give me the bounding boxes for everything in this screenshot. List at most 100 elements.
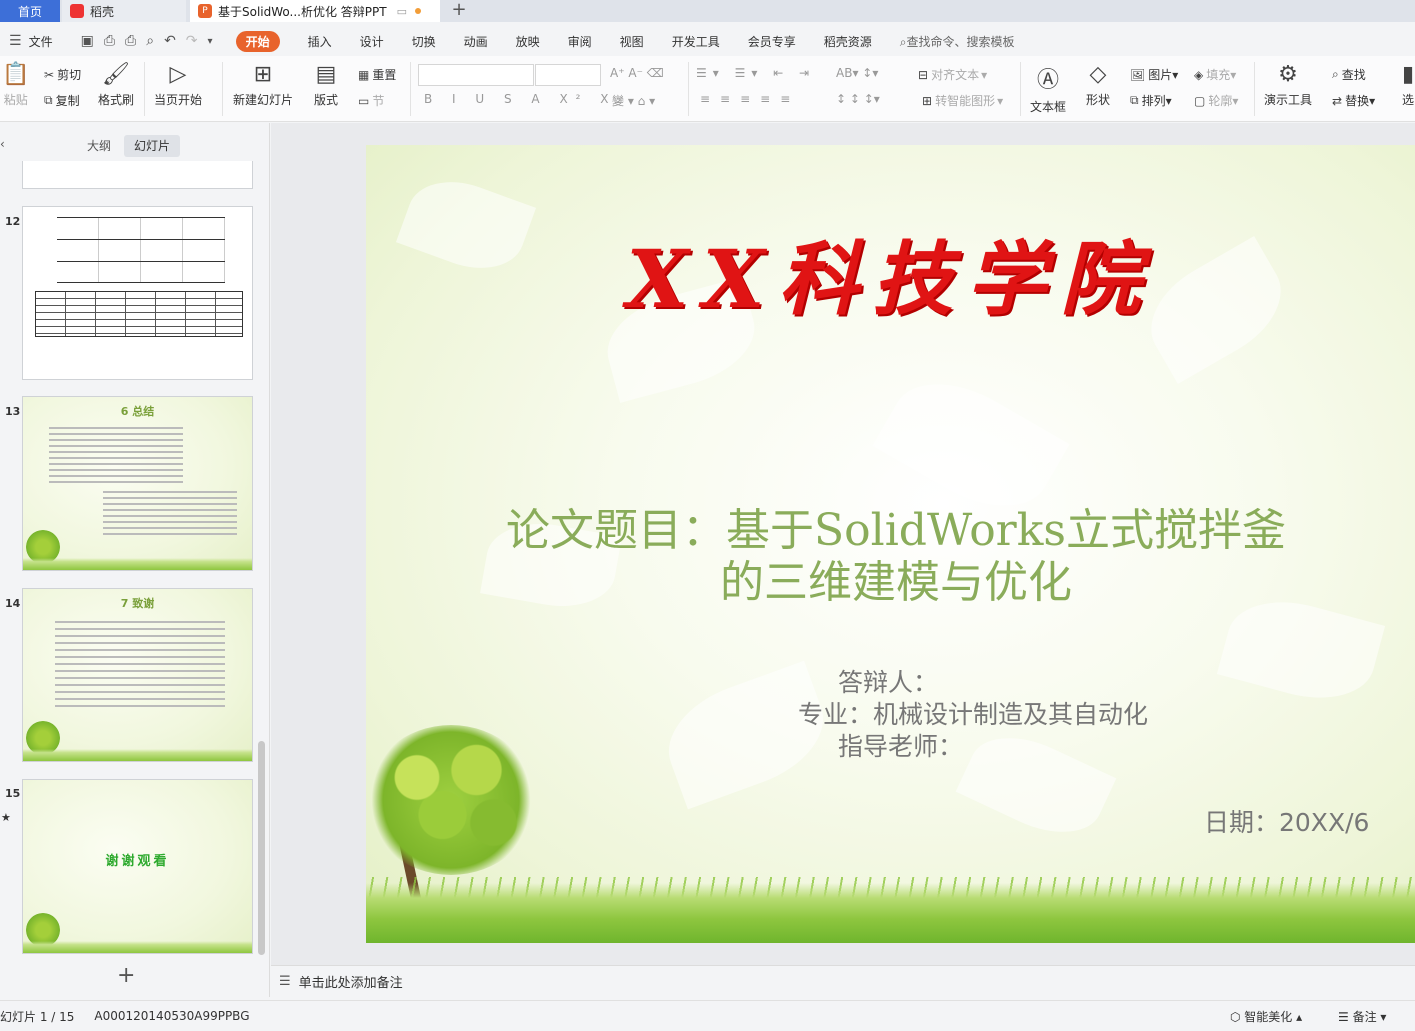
font-grow-icon[interactable]: A⁺ A⁻ ⌫ [610,66,664,80]
reset-button[interactable]: ▦ 重置 [358,66,396,83]
notes-bar[interactable]: ☰ 单击此处添加备注 [271,965,1415,997]
thumbnail-table-bottom [35,291,243,337]
menu-developer[interactable]: 开发工具 [672,33,720,50]
save-icon[interactable]: ▣ [81,33,94,49]
redo-icon[interactable]: ↷ [186,33,198,49]
thumbnail-scrollbar[interactable] [258,741,265,955]
shape-button[interactable]: ◇ 形状 [1086,62,1110,108]
major-label[interactable]: 专业：机械设计制造及其自动化 [798,695,1148,731]
status-bar: 幻灯片 1 / 15 A000120140530A99PPBG ⬡ 智能美化 ▴… [0,1000,1415,1031]
slide-thumbnail-15[interactable]: 谢谢观看 [22,779,253,954]
more-chevron-icon[interactable]: ▾ [208,36,213,47]
menu-insert[interactable]: 插入 [308,33,332,50]
advisor-label[interactable]: 指导老师： [838,727,963,763]
menu-member[interactable]: 会员专享 [748,33,796,50]
menu-transition[interactable]: 切换 [412,33,436,50]
slide-subtitle[interactable]: 论文题目：基于SolidWorks立式搅拌釜 的三维建模与优化 [446,505,1346,609]
menu-file[interactable]: 文件 [29,33,53,50]
undo-icon[interactable]: ↶ [164,33,176,49]
play-from-current-button[interactable]: ▷ 当页开始 [154,62,202,108]
menu-slideshow[interactable]: 放映 [516,33,540,50]
tab-current-document[interactable]: P 基于SolidWo...析优化 答辩PPT ▭ [190,0,440,22]
select-label: 选 [1402,93,1415,107]
date-label[interactable]: 日期：20XX/6 [1204,803,1369,839]
convert-smartart-button[interactable]: ⊞ 转智能图形 ▾ [922,92,1003,109]
presentation-tools-button[interactable]: ⚙ 演示工具 [1264,62,1312,108]
layout-button[interactable]: ▤ 版式 [314,62,338,108]
arrange-icon: ⧉ [1130,93,1139,107]
cut-button[interactable]: ✂ 剪切 [44,66,81,83]
slide-number-14: 14 [5,597,21,610]
list-buttons[interactable]: ☰▾ ☰▾ ⇤ ⇥ [696,66,815,80]
align-text-button[interactable]: ⊟ 对齐文本 ▾ [918,66,987,83]
outline-button[interactable]: ▢ 轮廓 ▾ [1194,92,1238,109]
menu-docer-resources[interactable]: 稻壳资源 [824,33,872,50]
menu-view[interactable]: 视图 [620,33,644,50]
align-text-icon: ⊟ [918,67,929,82]
align-text-label: 对齐文本 [931,68,980,82]
unsaved-dot-icon [415,8,422,14]
thumbnail-body-text [49,427,183,487]
font-family-select[interactable] [418,64,534,86]
line-spacing-icon[interactable]: ↕ ↕ ↕▾ [836,92,880,106]
add-tab-button[interactable]: + [448,0,470,22]
tab-outline[interactable]: 大纲 [80,135,118,157]
tablet-icon[interactable]: ▭ [397,5,407,18]
defender-label[interactable]: 答辩人： [838,663,938,699]
brush-icon: 🖌 [102,62,130,87]
replace-button[interactable]: ⇄ 替换 ▾ [1332,92,1375,109]
paste-button[interactable]: 📋 粘贴 [2,62,29,108]
menu-design[interactable]: 设计 [360,33,384,50]
play-icon: ▷ [169,62,187,87]
picture-button[interactable]: 🖼 图片 ▾ [1130,66,1178,83]
slide-thumbnail-11[interactable] [22,161,253,189]
menu-animation[interactable]: 动画 [464,33,488,50]
tab-docer[interactable]: 稻壳 [62,0,186,22]
copy-button[interactable]: ⧉ 复制 [44,92,80,109]
new-slide-button[interactable]: ⊞ 新建幻灯片 [233,62,293,108]
arrange-button[interactable]: ⧉ 排列 ▾ [1130,92,1172,109]
subtitle-line-2: 的三维建模与优化 [720,557,1072,608]
textbox-button[interactable]: Ⓐ 文本框 [1030,62,1066,115]
slide-thumbnail-13[interactable]: 6 总结 [22,396,253,571]
slide-thumbnail-14[interactable]: 7 致谢 [22,588,253,762]
print-icon[interactable]: ⎙ [125,33,136,49]
char-spacing-icon[interactable]: 變 ▾ ⌂ ▾ [612,92,655,109]
command-search[interactable]: ⌕查找命令、搜索模板 [900,33,1015,50]
add-slide-button[interactable]: + [117,963,135,988]
notes-placeholder[interactable]: 单击此处添加备注 [299,972,403,991]
new-slide-icon: ⊞ [253,62,273,87]
current-slide[interactable]: XX科技学院 论文题目：基于SolidWorks立式搅拌釜 的三维建模与优化 答… [366,145,1415,943]
notes-toggle-icon: ☰ [1338,1009,1353,1024]
thumbnail-title: 7 致谢 [120,597,155,610]
menu-review[interactable]: 审阅 [568,33,592,50]
smart-beautify-button[interactable]: ⬡ 智能美化 ▴ [1230,1008,1302,1025]
tab-home[interactable]: 首页 [0,0,60,22]
fill-icon: ◈ [1194,67,1204,82]
font-size-select[interactable] [535,64,601,86]
thumbnail-table-top [57,217,225,283]
notes-toggle-button[interactable]: ☰ 备注 ▾ [1338,1008,1386,1025]
paste-label: 粘贴 [3,93,28,107]
slide-title[interactable]: XX科技学院 [366,215,1415,331]
format-painter-button[interactable]: 🖌 格式刷 [98,62,134,108]
hamburger-icon[interactable]: ☰ [9,33,22,49]
preview-icon[interactable]: ⌕ [146,33,154,49]
find-button[interactable]: ⌕ 查找 [1332,66,1366,83]
tab-document-label: 基于SolidWo...析优化 答辩PPT [218,4,387,19]
grass-image [23,749,252,761]
menu-home[interactable]: 开始 [235,30,280,52]
text-direction-icon[interactable]: AB▾ ↕▾ [836,66,878,80]
slide-count: 幻灯片 1 / 15 [0,1009,75,1024]
export-icon[interactable]: ⎙ [104,33,115,49]
slide-thumbnail-12[interactable] [22,206,253,380]
docer-logo-icon [70,4,84,18]
select-button[interactable]: ▮ 选 [1402,62,1414,108]
paragraph-align-buttons[interactable]: ≡≡≡≡≡ [700,92,800,106]
outline-icon: ▢ [1194,93,1206,108]
section-button[interactable]: ▭ 节 [358,92,384,109]
fill-button[interactable]: ◈ 填充 ▾ [1194,66,1236,83]
font-style-buttons[interactable]: B I U S A X² X₂ [424,92,629,106]
grass-image [23,941,252,953]
tab-slides[interactable]: 幻灯片 [124,135,180,157]
